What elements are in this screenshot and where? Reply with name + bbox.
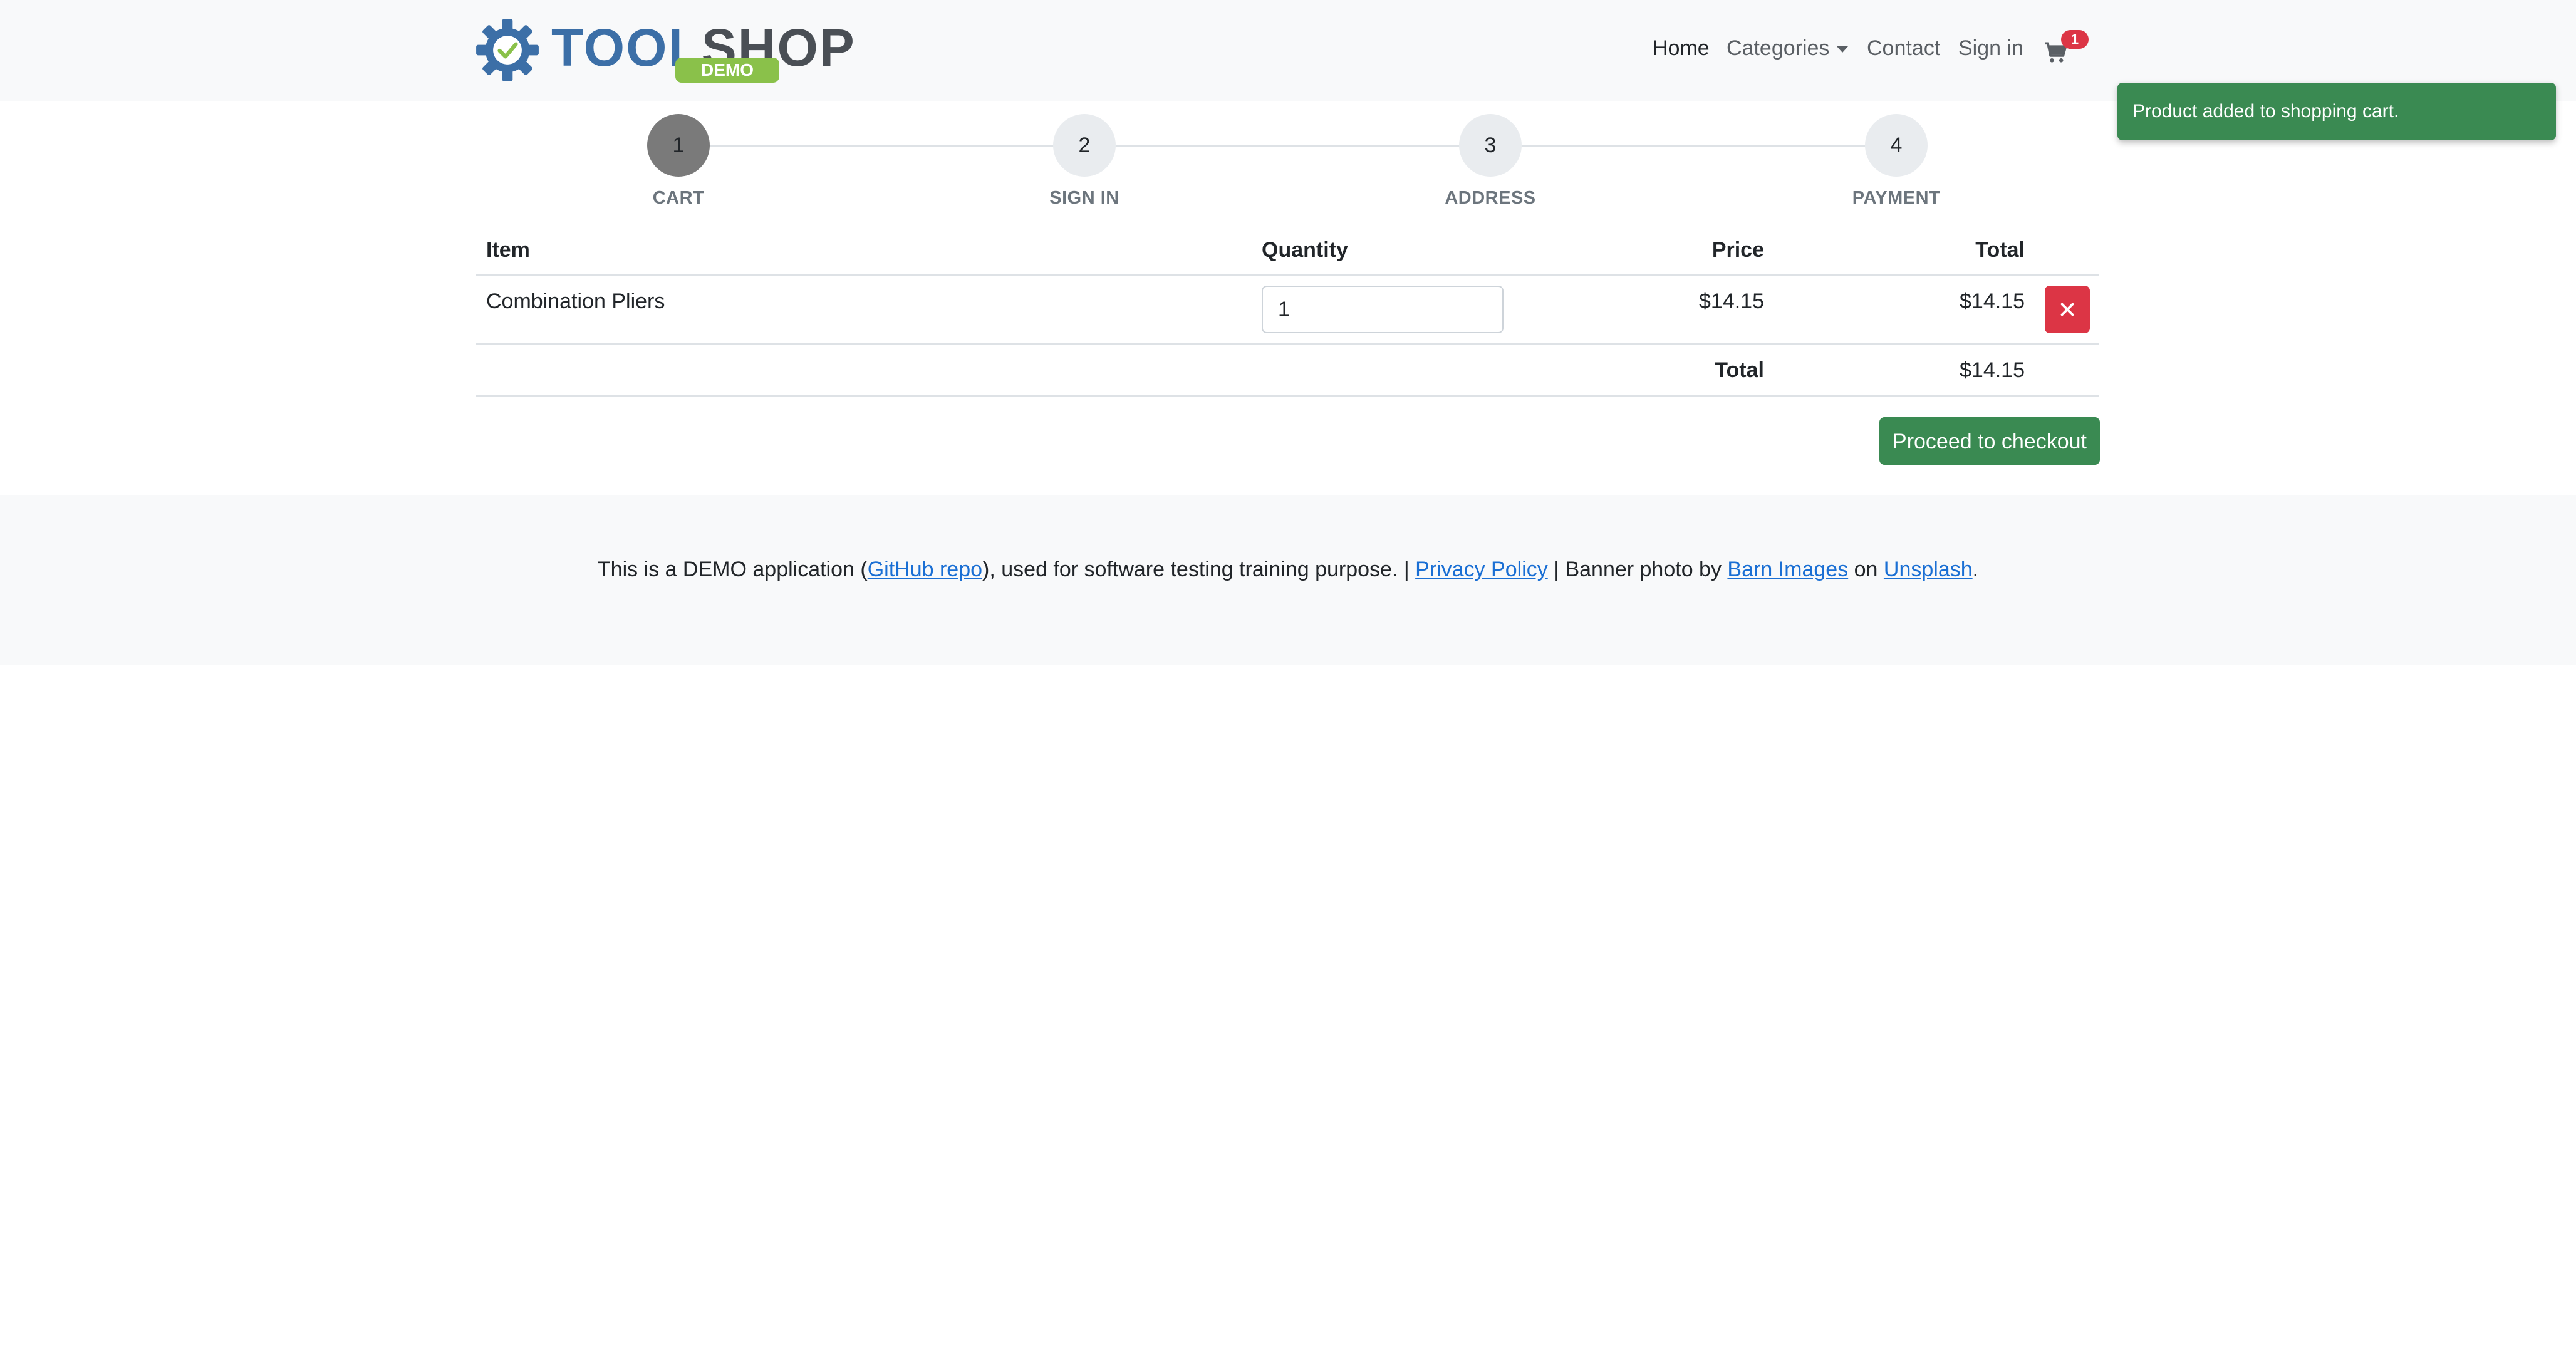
header-price: Price [1711, 238, 1764, 262]
header-total: Total [1975, 238, 2025, 262]
step-number: 2 [1053, 114, 1116, 177]
footer-text-part: on [1848, 557, 1884, 581]
quantity-input[interactable] [1262, 286, 1504, 333]
footer-text-part: ), used for software testing training pu… [982, 557, 1416, 581]
summary-total-value: $14.15 [1960, 358, 2025, 382]
step-number: 3 [1459, 114, 1522, 177]
nav-categories[interactable]: Categories [1727, 36, 1849, 61]
step-number: 1 [647, 114, 710, 177]
proceed-to-checkout-button[interactable]: Proceed to checkout [1879, 417, 2100, 465]
step-label: PAYMENT [1852, 188, 1941, 208]
footer-text: This is a DEMO application (GitHub repo)… [0, 557, 2576, 582]
chevron-down-icon [1837, 46, 1849, 53]
gear-check-icon [476, 19, 539, 81]
stepper-connector [679, 145, 1897, 147]
close-icon [2060, 303, 2074, 316]
summary-total-label: Total [1715, 358, 1764, 382]
step-address: 3 ADDRESS [1428, 114, 1553, 209]
logo-demo-badge: DEMO [675, 58, 779, 83]
step-label: CART [652, 188, 705, 208]
privacy-policy-link[interactable]: Privacy Policy [1415, 557, 1548, 581]
step-label: SIGN IN [1049, 188, 1119, 208]
cart-item-name: Combination Pliers [486, 289, 665, 313]
footer-text-part: | Banner photo by [1547, 557, 1728, 581]
header-quantity: Quantity [1262, 238, 1348, 262]
nav-categories-label: Categories [1727, 36, 1830, 60]
table-divider [476, 395, 2099, 397]
header-item: Item [486, 238, 530, 262]
barn-images-link[interactable]: Barn Images [1727, 557, 1848, 581]
remove-item-button[interactable] [2045, 286, 2090, 333]
footer-text-part: This is a DEMO application ( [597, 557, 868, 581]
table-divider [476, 274, 2099, 276]
toolshop-logo[interactable]: TOOLSHOP DEMO [475, 15, 854, 85]
table-divider [476, 343, 2099, 345]
cart-item-price: $14.15 [1699, 289, 1764, 313]
nav-contact[interactable]: Contact [1867, 36, 1940, 61]
unsplash-link[interactable]: Unsplash [1884, 557, 1973, 581]
nav-sign-in[interactable]: Sign in [1958, 36, 2023, 61]
step-number: 4 [1865, 114, 1928, 177]
step-sign-in: 2 SIGN IN [1022, 114, 1147, 209]
github-repo-link[interactable]: GitHub repo [868, 557, 982, 581]
footer-text-part: . [1972, 557, 1979, 581]
cart-item-total: $14.15 [1960, 289, 2025, 313]
step-payment: 4 PAYMENT [1834, 114, 1959, 209]
footer: This is a DEMO application (GitHub repo)… [0, 495, 2576, 665]
step-label: ADDRESS [1445, 188, 1536, 208]
step-cart: 1 CART [616, 114, 741, 209]
nav-home[interactable]: Home [1653, 36, 1710, 61]
toast-notification[interactable]: Product added to shopping cart. [2117, 83, 2556, 140]
cart-count-badge: 1 [2061, 30, 2089, 49]
